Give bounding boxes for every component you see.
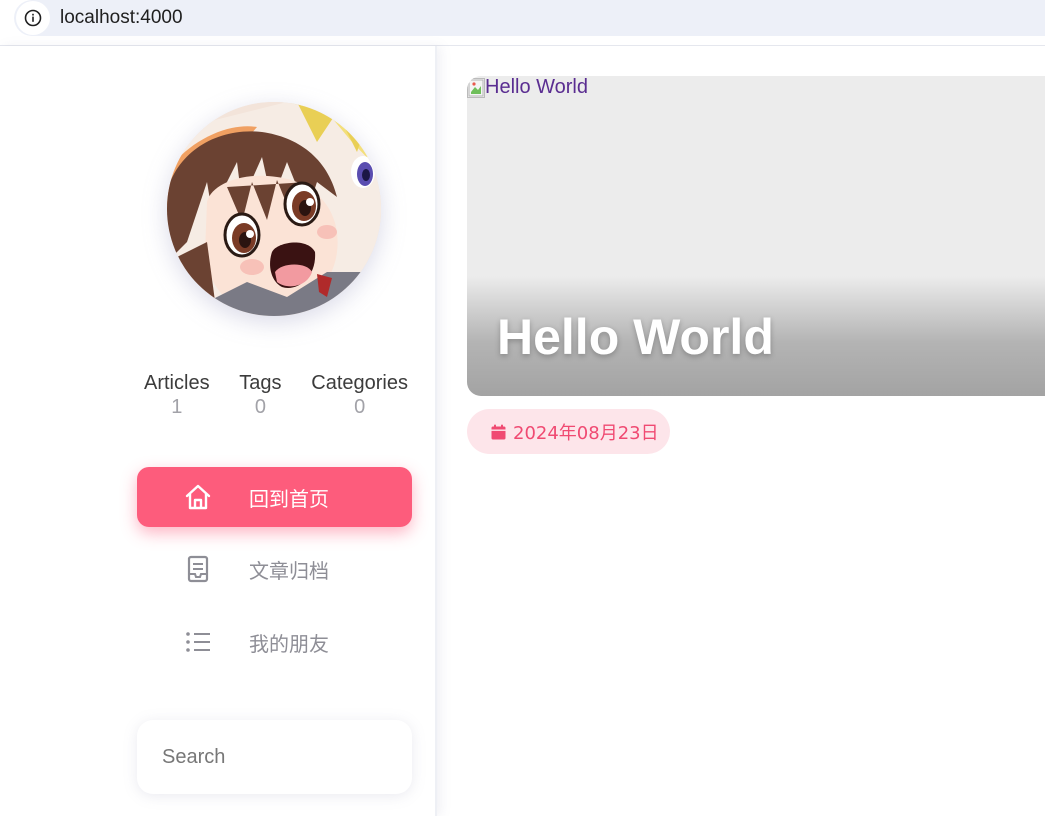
stat-label: Articles [144,372,210,394]
post-date-badge: 2024年08月23日 [467,409,670,454]
sidebar: Articles 1 Tags 0 Categories 0 回到首页 文章归档… [0,46,437,816]
home-icon [183,482,213,512]
list-icon [183,627,213,657]
post-date: 2024年08月23日 [513,422,659,444]
stat-categories[interactable]: Categories 0 [311,371,408,419]
post-cover[interactable]: Hello World Hello World [467,76,1045,396]
search-input[interactable] [162,745,392,769]
site-info-icon[interactable] [16,1,50,35]
stat-label: Tags [239,372,282,394]
post-title[interactable]: Hello World [497,308,774,366]
nav-item-archive[interactable]: 文章归档 [137,539,412,599]
nav-item-label: 我的朋友 [249,631,329,656]
url-text[interactable]: localhost:4000 [60,7,183,29]
search-box[interactable] [137,720,412,794]
browser-toolbar: localhost:4000 [0,0,1045,46]
nav-item-friends[interactable]: 我的朋友 [137,612,412,672]
post-cover-image[interactable]: Hello World [467,76,588,99]
stat-value: 1 [171,396,183,418]
stat-label: Categories [311,372,408,394]
address-bar[interactable]: localhost:4000 [14,0,1045,36]
calendar-icon [491,424,506,440]
sidebar-divider [435,46,437,816]
stat-value: 0 [254,396,266,418]
nav-item-label: 文章归档 [249,558,329,583]
nav-item-home[interactable]: 回到首页 [137,467,412,527]
profile-stats: Articles 1 Tags 0 Categories 0 [144,371,408,419]
stat-value: 0 [354,396,366,418]
stat-articles[interactable]: Articles 1 [144,371,210,419]
nav-item-label: 回到首页 [249,486,329,511]
archive-icon [183,554,213,584]
stat-tags[interactable]: Tags 0 [239,371,281,419]
avatar [167,102,381,316]
post-cover-alt-text: Hello World [485,76,588,98]
broken-image-icon [467,77,485,98]
